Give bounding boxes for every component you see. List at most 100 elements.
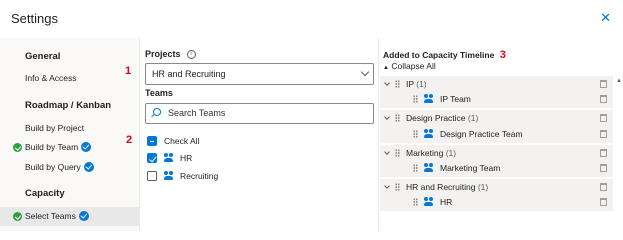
- capacity-timeline-panel: Added to Capacity Timeline 3 ▲ Collapse …: [380, 38, 623, 231]
- collapse-all-button[interactable]: ▲ Collapse All: [383, 61, 436, 71]
- check-circle-icon: [13, 143, 22, 152]
- projects-label: Projects i: [145, 49, 196, 60]
- nav-item-info-access[interactable]: Info & Access: [0, 69, 139, 88]
- timeline-title: Added to Capacity Timeline 3: [383, 49, 506, 61]
- nav-section-general: General: [25, 51, 61, 62]
- search-teams-input[interactable]: Search Teams: [145, 103, 374, 124]
- verified-badge-icon: [83, 161, 94, 172]
- chevron-down-icon: [360, 67, 370, 77]
- marker-3: 3: [499, 49, 506, 61]
- team-name: HR: [180, 153, 193, 163]
- nav-item-build-team[interactable]: Build by Team: [0, 138, 139, 157]
- teams-panel: Projects i HR and Recruiting Teams Search…: [141, 38, 379, 231]
- nav-section-capacity: Capacity: [25, 188, 65, 199]
- child-team-name: IP Team: [440, 94, 471, 104]
- timeline-group: IP (1) IP Team: [380, 76, 613, 108]
- nav-item-build-query[interactable]: Build by Query: [0, 158, 139, 177]
- check-all-checkbox[interactable]: [147, 136, 157, 146]
- child-team-name: Design Practice Team: [440, 129, 523, 139]
- team-row-recruiting[interactable]: Recruiting: [147, 169, 347, 183]
- team-icon: [424, 197, 436, 207]
- drag-handle-icon[interactable]: [413, 198, 418, 206]
- nav-item-label: Info & Access: [25, 73, 77, 83]
- group-child: IP Team: [413, 92, 613, 107]
- check-all-label: Check All: [164, 136, 200, 146]
- team-icon: [424, 129, 436, 139]
- drag-handle-icon[interactable]: [413, 130, 418, 138]
- verified-badge-icon: [78, 210, 89, 221]
- projects-select[interactable]: HR and Recruiting: [145, 63, 374, 85]
- nav-item-label: Build by Team: [25, 142, 79, 152]
- nav-item-label: Select Teams: [25, 211, 76, 221]
- team-icon: [164, 171, 176, 181]
- group-count: (1): [477, 182, 489, 192]
- chevron-down-icon[interactable]: [384, 183, 390, 189]
- group-count: (1): [445, 148, 457, 158]
- projects-label-text: Projects: [145, 49, 181, 59]
- trash-icon[interactable]: [600, 149, 607, 157]
- drag-handle-icon[interactable]: [413, 164, 418, 172]
- group-child: Design Practice Team: [413, 127, 613, 142]
- check-all-row[interactable]: Check All: [147, 134, 347, 148]
- chevron-down-icon[interactable]: [384, 149, 390, 155]
- group-name: HR and Recruiting: [406, 182, 476, 192]
- trash-icon[interactable]: [600, 164, 607, 172]
- trash-icon[interactable]: [600, 80, 607, 88]
- trash-icon[interactable]: [600, 130, 607, 138]
- team-row-hr[interactable]: HR: [147, 151, 347, 165]
- group-header[interactable]: Design Practice (1): [380, 111, 613, 126]
- nav-section-roadmap: Roadmap / Kanban: [25, 100, 112, 111]
- dialog-title: Settings: [11, 11, 58, 26]
- chevron-down-icon[interactable]: [384, 80, 390, 86]
- drag-handle-icon[interactable]: [413, 95, 418, 103]
- group-name: Design Practice: [406, 113, 466, 123]
- team-icon: [424, 94, 436, 104]
- group-child: HR: [413, 195, 613, 210]
- team-icon: [424, 163, 436, 173]
- group-header[interactable]: Marketing (1): [380, 146, 613, 161]
- nav-item-build-project[interactable]: Build by Project: [0, 119, 139, 138]
- group-name: IP: [406, 79, 414, 89]
- marker-1: 1: [125, 65, 132, 77]
- trash-icon[interactable]: [600, 198, 607, 206]
- child-team-name: HR: [440, 197, 453, 207]
- timeline-group: Design Practice (1) Design Practice Team: [380, 110, 613, 143]
- timeline-group: Marketing (1) Marketing Team: [380, 145, 613, 177]
- group-child: Marketing Team: [413, 161, 613, 176]
- nav-item-label: Build by Query: [25, 162, 81, 172]
- group-count: (1): [467, 113, 479, 123]
- group-header[interactable]: HR and Recruiting (1): [380, 180, 613, 195]
- info-icon[interactable]: i: [186, 50, 196, 60]
- team-checkbox[interactable]: [147, 153, 157, 163]
- collapse-all-label: Collapse All: [391, 61, 436, 71]
- child-team-name: Marketing Team: [440, 163, 501, 173]
- team-icon: [164, 153, 176, 163]
- nav-item-label: Build by Project: [25, 123, 85, 133]
- search-icon: [153, 108, 161, 116]
- teams-label: Teams: [145, 88, 173, 98]
- scroll-up-icon[interactable]: ▲: [616, 78, 622, 86]
- chevron-down-icon[interactable]: [384, 114, 390, 120]
- drag-handle-icon[interactable]: [395, 183, 400, 191]
- check-circle-icon: [13, 212, 22, 221]
- team-checkbox[interactable]: [147, 171, 157, 181]
- trash-icon[interactable]: [600, 114, 607, 122]
- nav-item-select-teams[interactable]: Select Teams: [0, 207, 139, 226]
- search-placeholder: Search Teams: [168, 108, 226, 118]
- group-count: (1): [416, 79, 427, 89]
- close-icon[interactable]: ✕: [600, 11, 611, 25]
- drag-handle-icon[interactable]: [395, 80, 400, 88]
- dialog-header: Settings ✕: [0, 0, 623, 38]
- group-header[interactable]: IP (1): [380, 77, 613, 92]
- drag-handle-icon[interactable]: [395, 114, 400, 122]
- drag-handle-icon[interactable]: [395, 149, 400, 157]
- trash-icon[interactable]: [600, 183, 607, 191]
- projects-select-value: HR and Recruiting: [152, 69, 226, 79]
- verified-badge-icon: [81, 141, 92, 152]
- trash-icon[interactable]: [600, 95, 607, 103]
- settings-nav: General Info & Access Roadmap / Kanban B…: [0, 38, 140, 231]
- caret-up-icon: ▲: [383, 65, 389, 71]
- team-name: Recruiting: [180, 171, 219, 181]
- marker-2: 2: [126, 134, 133, 146]
- group-name: Marketing: [406, 148, 444, 158]
